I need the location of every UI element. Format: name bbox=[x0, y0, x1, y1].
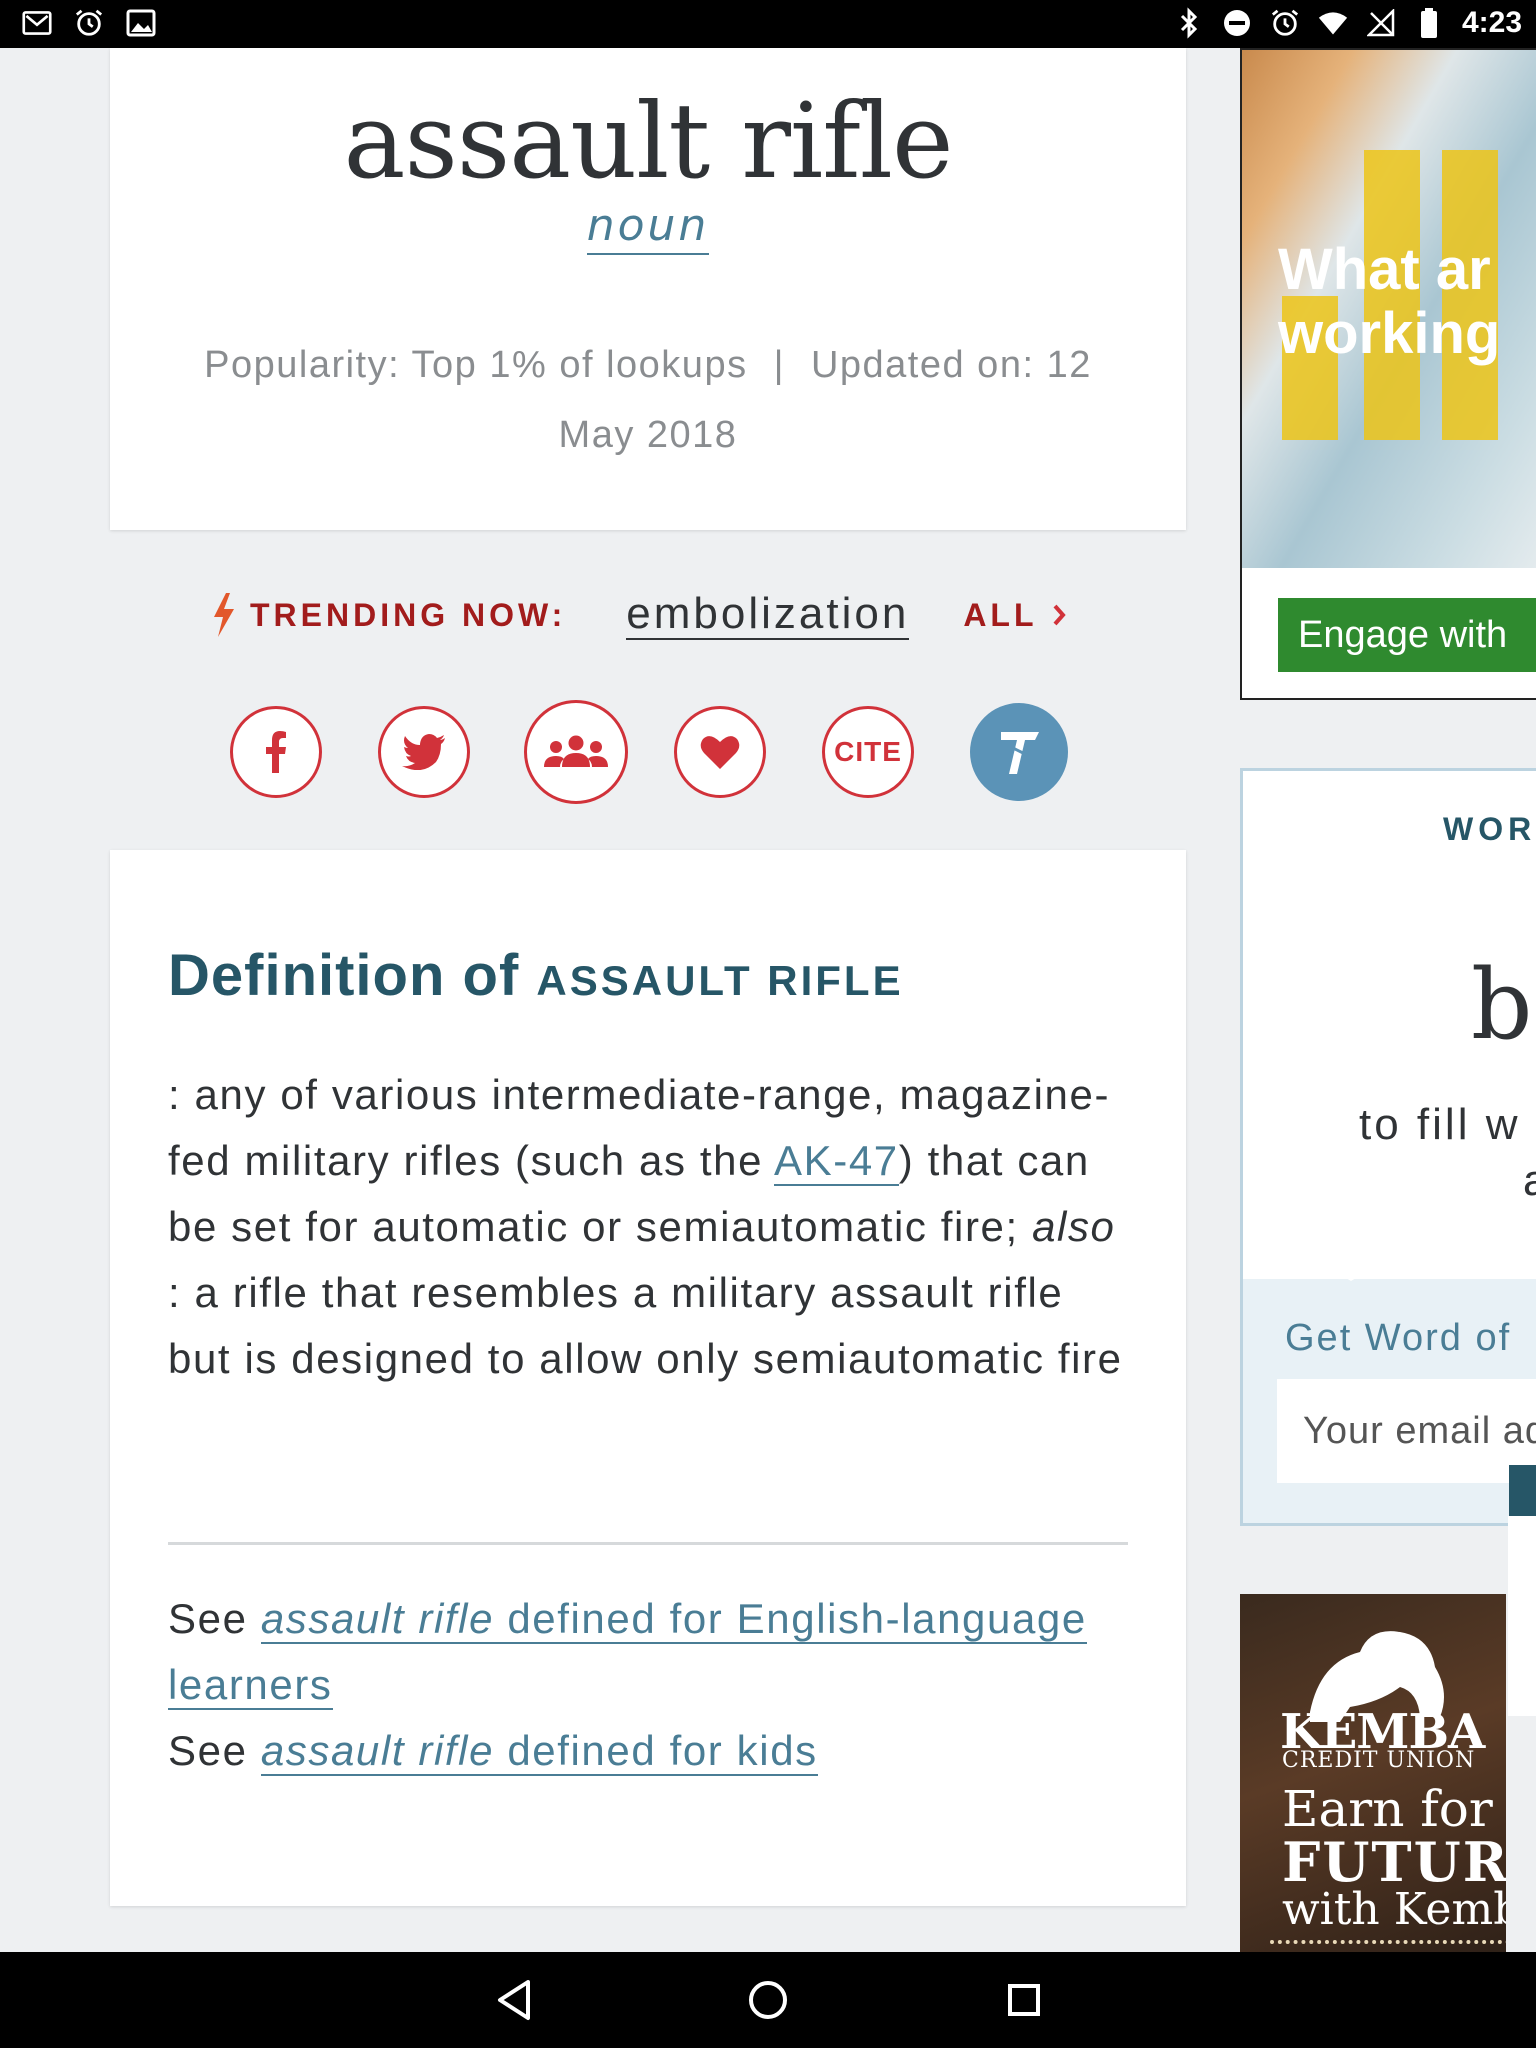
wotd-label: WOR bbox=[1443, 811, 1536, 847]
definition-title-word: ASSAULT RIFLE bbox=[536, 957, 904, 1004]
navigation-bar bbox=[0, 1952, 1536, 2048]
learners-link-word: assault rifle bbox=[260, 1595, 495, 1642]
definition-text: : any of various intermediate-range, mag… bbox=[168, 1062, 1128, 1392]
ad-brand-sub: CREDIT UNION bbox=[1282, 1748, 1476, 1773]
recents-button[interactable] bbox=[996, 1972, 1052, 2028]
ad-headline-line2: working bbox=[1278, 301, 1501, 366]
back-triangle-icon bbox=[498, 1980, 530, 2020]
page-edge bbox=[1508, 1516, 1536, 1716]
advertisement-top[interactable]: What ar working Engage with bbox=[1240, 48, 1536, 700]
gmail-icon bbox=[22, 8, 52, 38]
wotd-subscribe-label: Get Word of bbox=[1285, 1317, 1512, 1359]
bluetooth-icon bbox=[1174, 7, 1204, 39]
thesaurus-button[interactable] bbox=[970, 703, 1068, 801]
thesaurus-icon bbox=[1001, 732, 1039, 774]
ak47-link[interactable]: AK-47 bbox=[774, 1137, 899, 1186]
no-signal-icon bbox=[1366, 8, 1396, 38]
meta-separator: | bbox=[773, 344, 785, 386]
updated-text: Updated on: 12 bbox=[810, 344, 1092, 386]
chevron-right-icon bbox=[1053, 604, 1066, 626]
definition-card: Definition of ASSAULT RIFLE : any of var… bbox=[110, 850, 1186, 1906]
kids-link-word: assault rifle bbox=[260, 1727, 495, 1774]
cite-label: CITE bbox=[834, 736, 902, 767]
trending-bar: TRENDING NOW: embolization ALL bbox=[210, 580, 1066, 650]
facebook-share-button[interactable] bbox=[230, 706, 322, 798]
kids-link-rest: defined for kids bbox=[494, 1727, 818, 1774]
popularity-text: Popularity: Top 1% of lookups bbox=[204, 344, 748, 386]
twitter-share-button[interactable] bbox=[378, 706, 470, 798]
battery-icon bbox=[1414, 8, 1444, 38]
trending-label: TRENDING NOW: bbox=[250, 596, 567, 633]
ad-line3: with Kemb bbox=[1282, 1884, 1506, 1935]
see-kids: See assault rifle defined for kids bbox=[168, 1718, 1128, 1784]
definition-title-prefix: Definition of bbox=[168, 943, 520, 1008]
ad-headline: What ar working bbox=[1278, 238, 1536, 366]
see-kids-prefix: See bbox=[168, 1727, 248, 1774]
wotd-definition-line2: a bbox=[1523, 1153, 1536, 1209]
definition-text-part3: : a rifle that resembles a military assa… bbox=[168, 1269, 1123, 1382]
updated-date-text: May 2018 bbox=[558, 414, 738, 456]
status-bar: 4:23 bbox=[0, 0, 1536, 48]
people-icon bbox=[544, 735, 608, 767]
image-notification-icon bbox=[126, 8, 156, 38]
trending-all-link[interactable]: ALL bbox=[963, 596, 1066, 634]
ad-dotted-divider bbox=[1270, 1940, 1506, 1944]
home-circle-icon bbox=[749, 1981, 787, 2019]
see-learners: See assault rifle defined for English-la… bbox=[168, 1586, 1128, 1718]
do-not-disturb-icon bbox=[1222, 8, 1252, 38]
clock-time: 4:23 bbox=[1461, 6, 1522, 39]
wotd-notch bbox=[1317, 1261, 1385, 1281]
learners-definition-link[interactable]: assault rifle defined for English-langua… bbox=[168, 1595, 1087, 1710]
twitter-icon bbox=[402, 734, 445, 770]
share-with-people-button[interactable] bbox=[524, 700, 628, 804]
wotd-word[interactable]: b bbox=[1471, 949, 1532, 1061]
trending-word-link[interactable]: embolization bbox=[626, 590, 910, 640]
see-learners-prefix: See bbox=[168, 1595, 248, 1642]
wotd-definition: to fill w bbox=[1359, 1100, 1521, 1149]
cite-button[interactable]: CITE bbox=[822, 706, 914, 798]
ad-cta-button[interactable]: Engage with bbox=[1278, 598, 1536, 672]
alarm-icon bbox=[74, 8, 104, 38]
definition-divider bbox=[168, 1542, 1128, 1545]
recents-square-icon bbox=[1008, 1984, 1040, 2016]
email-input[interactable]: Your email ad bbox=[1277, 1379, 1536, 1483]
home-button[interactable] bbox=[740, 1972, 796, 2028]
alarm-icon bbox=[1270, 8, 1300, 38]
lightning-icon bbox=[214, 593, 234, 637]
definition-title: Definition of ASSAULT RIFLE bbox=[168, 942, 904, 1009]
facebook-icon bbox=[266, 731, 286, 773]
advertisement-bottom[interactable]: KEMBA CREDIT UNION Earn for t FUTUR with… bbox=[1240, 1594, 1506, 1954]
heart-icon bbox=[700, 736, 740, 769]
save-favorite-button[interactable] bbox=[674, 706, 766, 798]
word-of-the-day-widget: WOR b to fill w a Get Word of Your email… bbox=[1240, 768, 1536, 1526]
trending-all-label: ALL bbox=[963, 596, 1038, 633]
back-button[interactable] bbox=[486, 1972, 542, 2028]
part-of-speech-link[interactable]: noun bbox=[586, 200, 710, 255]
definition-also: also bbox=[1032, 1203, 1116, 1250]
ad-headline-line1: What ar bbox=[1278, 237, 1491, 302]
wifi-icon bbox=[1318, 8, 1348, 38]
headword: assault rifle bbox=[343, 80, 953, 202]
entry-meta: Popularity: Top 1% of lookups | Updated on… bbox=[160, 330, 1136, 470]
entry-header-card: assault rifle noun Popularity: Top 1% of… bbox=[110, 48, 1186, 530]
part-of-speech: noun bbox=[110, 200, 1186, 255]
kids-definition-link[interactable]: assault rifle defined for kids bbox=[260, 1727, 818, 1776]
